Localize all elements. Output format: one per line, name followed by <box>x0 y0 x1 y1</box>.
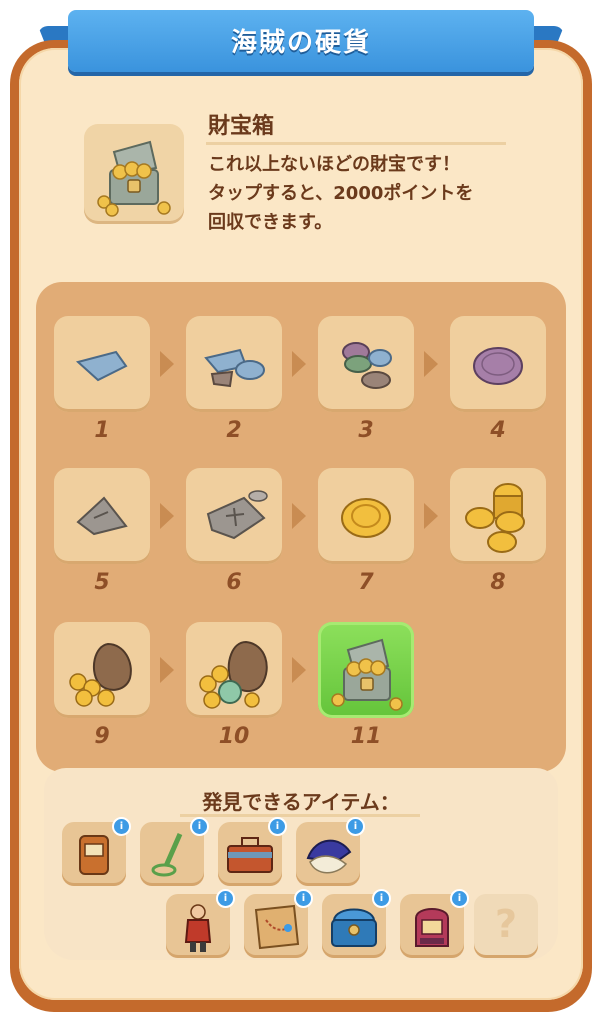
discoverable-item-1[interactable]: i <box>62 817 131 886</box>
chain-arrow <box>292 351 306 377</box>
info-icon[interactable]: i <box>346 817 365 836</box>
merge-chain-slot-3[interactable] <box>318 316 414 412</box>
info-icon[interactable]: i <box>216 889 235 908</box>
chain-arrow <box>292 657 306 683</box>
level-number-9: 9 <box>94 724 110 749</box>
merge-chain-slot-1[interactable] <box>54 316 150 412</box>
chain-arrow <box>424 503 438 529</box>
info-icon[interactable]: i <box>450 889 469 908</box>
purple-coin-icon <box>473 347 523 385</box>
large-coin-sack-icon <box>199 640 268 709</box>
info-icon[interactable]: i <box>294 889 313 908</box>
stacked-coins-icon <box>342 342 392 389</box>
item-name: 財宝箱 <box>208 114 275 139</box>
level-number-4: 4 <box>490 418 506 443</box>
chain-arrow <box>160 657 174 683</box>
item-description: これ以上ないほどの財宝です！ タップすると、2000ポイントを 回収できます。 <box>208 150 473 237</box>
item-name-divider <box>206 142 506 145</box>
chain-arrow <box>160 503 174 529</box>
item-description-line-2: タップすると、2000ポイントを <box>208 183 474 204</box>
discoverable-item-2[interactable]: i <box>140 817 209 886</box>
info-icon[interactable]: i <box>112 817 131 836</box>
discoverable-item-4[interactable]: i <box>296 817 365 886</box>
discoverable-item-6[interactable]: i <box>244 889 313 958</box>
level-number-2: 2 <box>226 418 242 443</box>
info-icon[interactable]: i <box>372 889 391 908</box>
discoverable-item-7[interactable]: i <box>322 889 391 958</box>
merge-chain-slot-6[interactable] <box>186 468 282 564</box>
merge-chain-slot-2[interactable] <box>186 316 282 412</box>
level-number-11: 11 <box>350 724 382 749</box>
level-number-5: 5 <box>94 570 110 595</box>
discoverable-item-3[interactable]: i <box>218 817 287 886</box>
title-ribbon: 海賊の硬貨 <box>68 10 534 72</box>
treasure-chest-icon <box>84 124 184 224</box>
level-number-3: 3 <box>358 418 374 443</box>
merge-chain-slot-10[interactable] <box>186 622 282 718</box>
level-number-7: 7 <box>358 570 374 595</box>
merge-chain-slot-4[interactable] <box>450 316 546 412</box>
stone-slab-icon <box>206 490 268 540</box>
level-number-6: 6 <box>226 570 242 595</box>
discoverable-item-8[interactable]: i <box>400 889 469 958</box>
discoverable-item-5[interactable]: i <box>166 889 235 958</box>
dialog-title: 海賊の硬貨 <box>230 28 371 58</box>
merge-chain-slot-11-selected[interactable] <box>318 622 414 718</box>
item-description-line-3: 回収できます。 <box>208 212 333 233</box>
coin-fragments-icon <box>204 348 265 388</box>
coin-sack-icon <box>69 642 132 707</box>
merge-chain-slot-7[interactable] <box>318 468 414 564</box>
item-description-line-1: これ以上ないほどの財宝です！ <box>208 154 460 175</box>
level-number-8: 8 <box>490 570 506 595</box>
info-icon[interactable]: i <box>268 817 287 836</box>
chain-arrow <box>160 351 174 377</box>
discoverable-item-unknown: ? <box>474 894 538 958</box>
discoverable-items-title: 発見できるアイテム： <box>202 790 400 814</box>
merge-chain-slot-5[interactable] <box>54 468 150 564</box>
chain-arrow <box>292 503 306 529</box>
treasure-chest-icon <box>331 638 403 711</box>
unknown-item-icon: ? <box>494 902 518 946</box>
discoverable-title-divider <box>180 814 420 817</box>
merge-chain-slot-8[interactable] <box>450 468 546 564</box>
coin-fragment-icon <box>75 350 128 382</box>
chain-arrow <box>424 351 438 377</box>
level-number-10: 10 <box>218 724 250 749</box>
merge-chain-slot-9[interactable] <box>54 622 150 718</box>
gold-coin-stack-icon <box>465 483 525 553</box>
stone-shard-icon <box>76 496 128 536</box>
info-icon[interactable]: i <box>190 817 209 836</box>
level-number-1: 1 <box>94 418 110 443</box>
gold-coin-icon <box>341 498 391 538</box>
